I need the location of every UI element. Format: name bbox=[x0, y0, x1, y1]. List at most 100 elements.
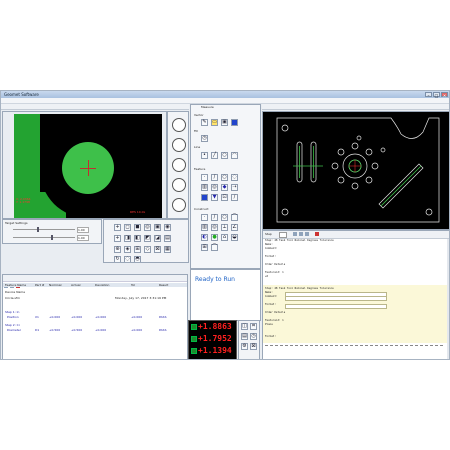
light-icon[interactable]: ▣ bbox=[154, 224, 161, 231]
dro-zero-x-button[interactable] bbox=[191, 324, 197, 330]
construct-icon[interactable]: ● bbox=[211, 234, 218, 241]
dro-option-icon[interactable]: ◷ bbox=[250, 333, 257, 340]
construct-icon[interactable]: ⌒ bbox=[231, 214, 238, 221]
close-button[interactable]: ✕ bbox=[441, 92, 448, 98]
dro-zero-y-button[interactable] bbox=[191, 336, 197, 342]
light-icon[interactable]: ◓ bbox=[134, 256, 141, 262]
cell: PASS bbox=[159, 315, 167, 319]
save-icon[interactable]: ▣ bbox=[221, 119, 228, 126]
tool-icon[interactable] bbox=[293, 232, 297, 236]
dial-icon[interactable] bbox=[172, 118, 186, 132]
construct-icon[interactable]: ⌂ bbox=[221, 234, 228, 241]
construct-icon[interactable]: ◎ bbox=[211, 224, 218, 231]
zoom-readout: RES 10.0x bbox=[130, 210, 146, 214]
light-icon[interactable]: ◨ bbox=[124, 235, 131, 242]
construct-icon[interactable]: ○ bbox=[221, 214, 228, 221]
construct-icon[interactable]: ⌒ bbox=[211, 244, 218, 251]
circle-icon[interactable]: ○ bbox=[221, 152, 228, 159]
list-item[interactable]: Step 2: Ci bbox=[5, 323, 20, 327]
slider-value[interactable]: 1.00 bbox=[77, 227, 89, 233]
light-icon[interactable]: ◩ bbox=[144, 235, 151, 242]
minimize-button[interactable]: – bbox=[425, 92, 432, 98]
feature-icon[interactable]: ∕ bbox=[231, 194, 238, 201]
light-icon[interactable]: ⊕ bbox=[114, 246, 121, 253]
dro-option-icon[interactable]: ⌗ bbox=[250, 323, 257, 330]
construct-icon[interactable]: ⟂ bbox=[221, 224, 228, 231]
construct-icon[interactable]: · bbox=[201, 214, 208, 221]
feature-icon[interactable]: ◎ bbox=[211, 184, 218, 191]
format-field[interactable] bbox=[285, 304, 387, 309]
light-icon[interactable]: ◌ bbox=[124, 256, 131, 262]
report-line: Format: bbox=[265, 303, 276, 306]
light-icon[interactable]: + bbox=[114, 224, 121, 231]
feature-icon[interactable]: ⇢ bbox=[231, 184, 238, 191]
stop-icon[interactable] bbox=[231, 119, 238, 126]
list-item[interactable]: Step 1: ln bbox=[5, 310, 19, 314]
feature-icon[interactable]: / bbox=[211, 174, 218, 181]
feature-icon[interactable] bbox=[201, 194, 208, 201]
step-select[interactable] bbox=[279, 232, 287, 238]
target-settings-label: Target Settings bbox=[5, 221, 28, 225]
application-window: Geomet Software – □ ✕ File Edit View Pro… bbox=[0, 90, 450, 360]
dro-zero-z-button[interactable] bbox=[191, 348, 197, 354]
arc-icon[interactable]: ◠ bbox=[231, 152, 238, 159]
light-icon[interactable]: ◇ bbox=[144, 246, 151, 253]
light-icon[interactable]: ▦ bbox=[164, 246, 171, 253]
tool-icon[interactable] bbox=[305, 232, 309, 236]
title-bar: Geomet Software – □ ✕ bbox=[1, 91, 449, 98]
dial-icon[interactable] bbox=[172, 158, 186, 172]
light-icon[interactable]: ⊞ bbox=[134, 246, 141, 253]
tool-icon[interactable] bbox=[299, 232, 303, 236]
list-item[interactable]: Position bbox=[7, 315, 19, 319]
light-icon[interactable]: ◻ bbox=[124, 224, 131, 231]
slider-value[interactable]: 1.00 bbox=[77, 235, 89, 241]
dro-option-icon[interactable]: ◫ bbox=[241, 323, 248, 330]
measure-palette: Measure Vector ✎ ▭ ▣ Fill ◷ Line • ╱ ○ ◠… bbox=[190, 104, 261, 269]
light-icon[interactable]: ⊠ bbox=[154, 246, 161, 253]
feature-icon[interactable]: ⊡ bbox=[221, 194, 228, 201]
construct-icon[interactable]: ▥ bbox=[201, 224, 208, 231]
light-icon[interactable]: ◈ bbox=[124, 246, 131, 253]
comment-field[interactable] bbox=[285, 296, 387, 301]
construct-icon[interactable]: ∠ bbox=[231, 224, 238, 231]
folder-icon[interactable]: ▭ bbox=[211, 119, 218, 126]
dro-option-icon[interactable]: ⚙ bbox=[241, 343, 248, 350]
graphics-view[interactable] bbox=[262, 111, 449, 230]
clock-icon[interactable]: ◷ bbox=[201, 135, 208, 142]
feature-icon[interactable]: ◌ bbox=[231, 174, 238, 181]
slider-thumb[interactable] bbox=[37, 227, 39, 232]
light-icon[interactable]: ◉ bbox=[164, 224, 171, 231]
construct-icon[interactable]: ⊞ bbox=[201, 244, 208, 251]
tool-icon[interactable] bbox=[315, 232, 319, 236]
video-view[interactable]: X: 2.0364 Y: 1.1798 RES 10.0x bbox=[14, 114, 162, 218]
list-item[interactable]: Circle.sfm bbox=[5, 296, 20, 300]
construct-icon[interactable]: ◐ bbox=[201, 234, 208, 241]
light-icon[interactable]: + bbox=[114, 235, 121, 242]
probe-icon[interactable]: ✎ bbox=[201, 119, 208, 126]
list-item[interactable]: Diameter bbox=[7, 328, 21, 332]
light-icon[interactable]: ◪ bbox=[154, 235, 161, 242]
light-icon[interactable]: ▤ bbox=[164, 235, 171, 242]
slider-thumb[interactable] bbox=[51, 235, 53, 240]
feature-icon[interactable]: ▥ bbox=[201, 184, 208, 191]
point-icon[interactable]: • bbox=[201, 152, 208, 159]
feature-icon[interactable]: ◆ bbox=[221, 184, 228, 191]
light-icon[interactable]: ◎ bbox=[144, 224, 151, 231]
feature-icon[interactable]: · bbox=[201, 174, 208, 181]
feature-icon[interactable]: ▼ bbox=[211, 194, 218, 201]
construct-icon[interactable]: ◒ bbox=[231, 234, 238, 241]
dro-option-icon[interactable]: ⊠ bbox=[250, 343, 257, 350]
dro-option-icon[interactable]: ▤ bbox=[241, 333, 248, 340]
dial-icon[interactable] bbox=[172, 198, 186, 212]
bolt-hole bbox=[337, 148, 345, 156]
dial-icon[interactable] bbox=[172, 138, 186, 152]
list-item[interactable]: Device Name bbox=[5, 290, 25, 294]
light-icon[interactable]: ◧ bbox=[134, 235, 141, 242]
line-icon[interactable]: ╱ bbox=[211, 152, 218, 159]
construct-icon[interactable]: / bbox=[211, 214, 218, 221]
maximize-button[interactable]: □ bbox=[433, 92, 440, 98]
feature-icon[interactable]: ○ bbox=[221, 174, 228, 181]
light-icon[interactable]: ↻ bbox=[114, 256, 121, 262]
dial-icon[interactable] bbox=[172, 178, 186, 192]
light-icon[interactable]: ◼ bbox=[134, 224, 141, 231]
